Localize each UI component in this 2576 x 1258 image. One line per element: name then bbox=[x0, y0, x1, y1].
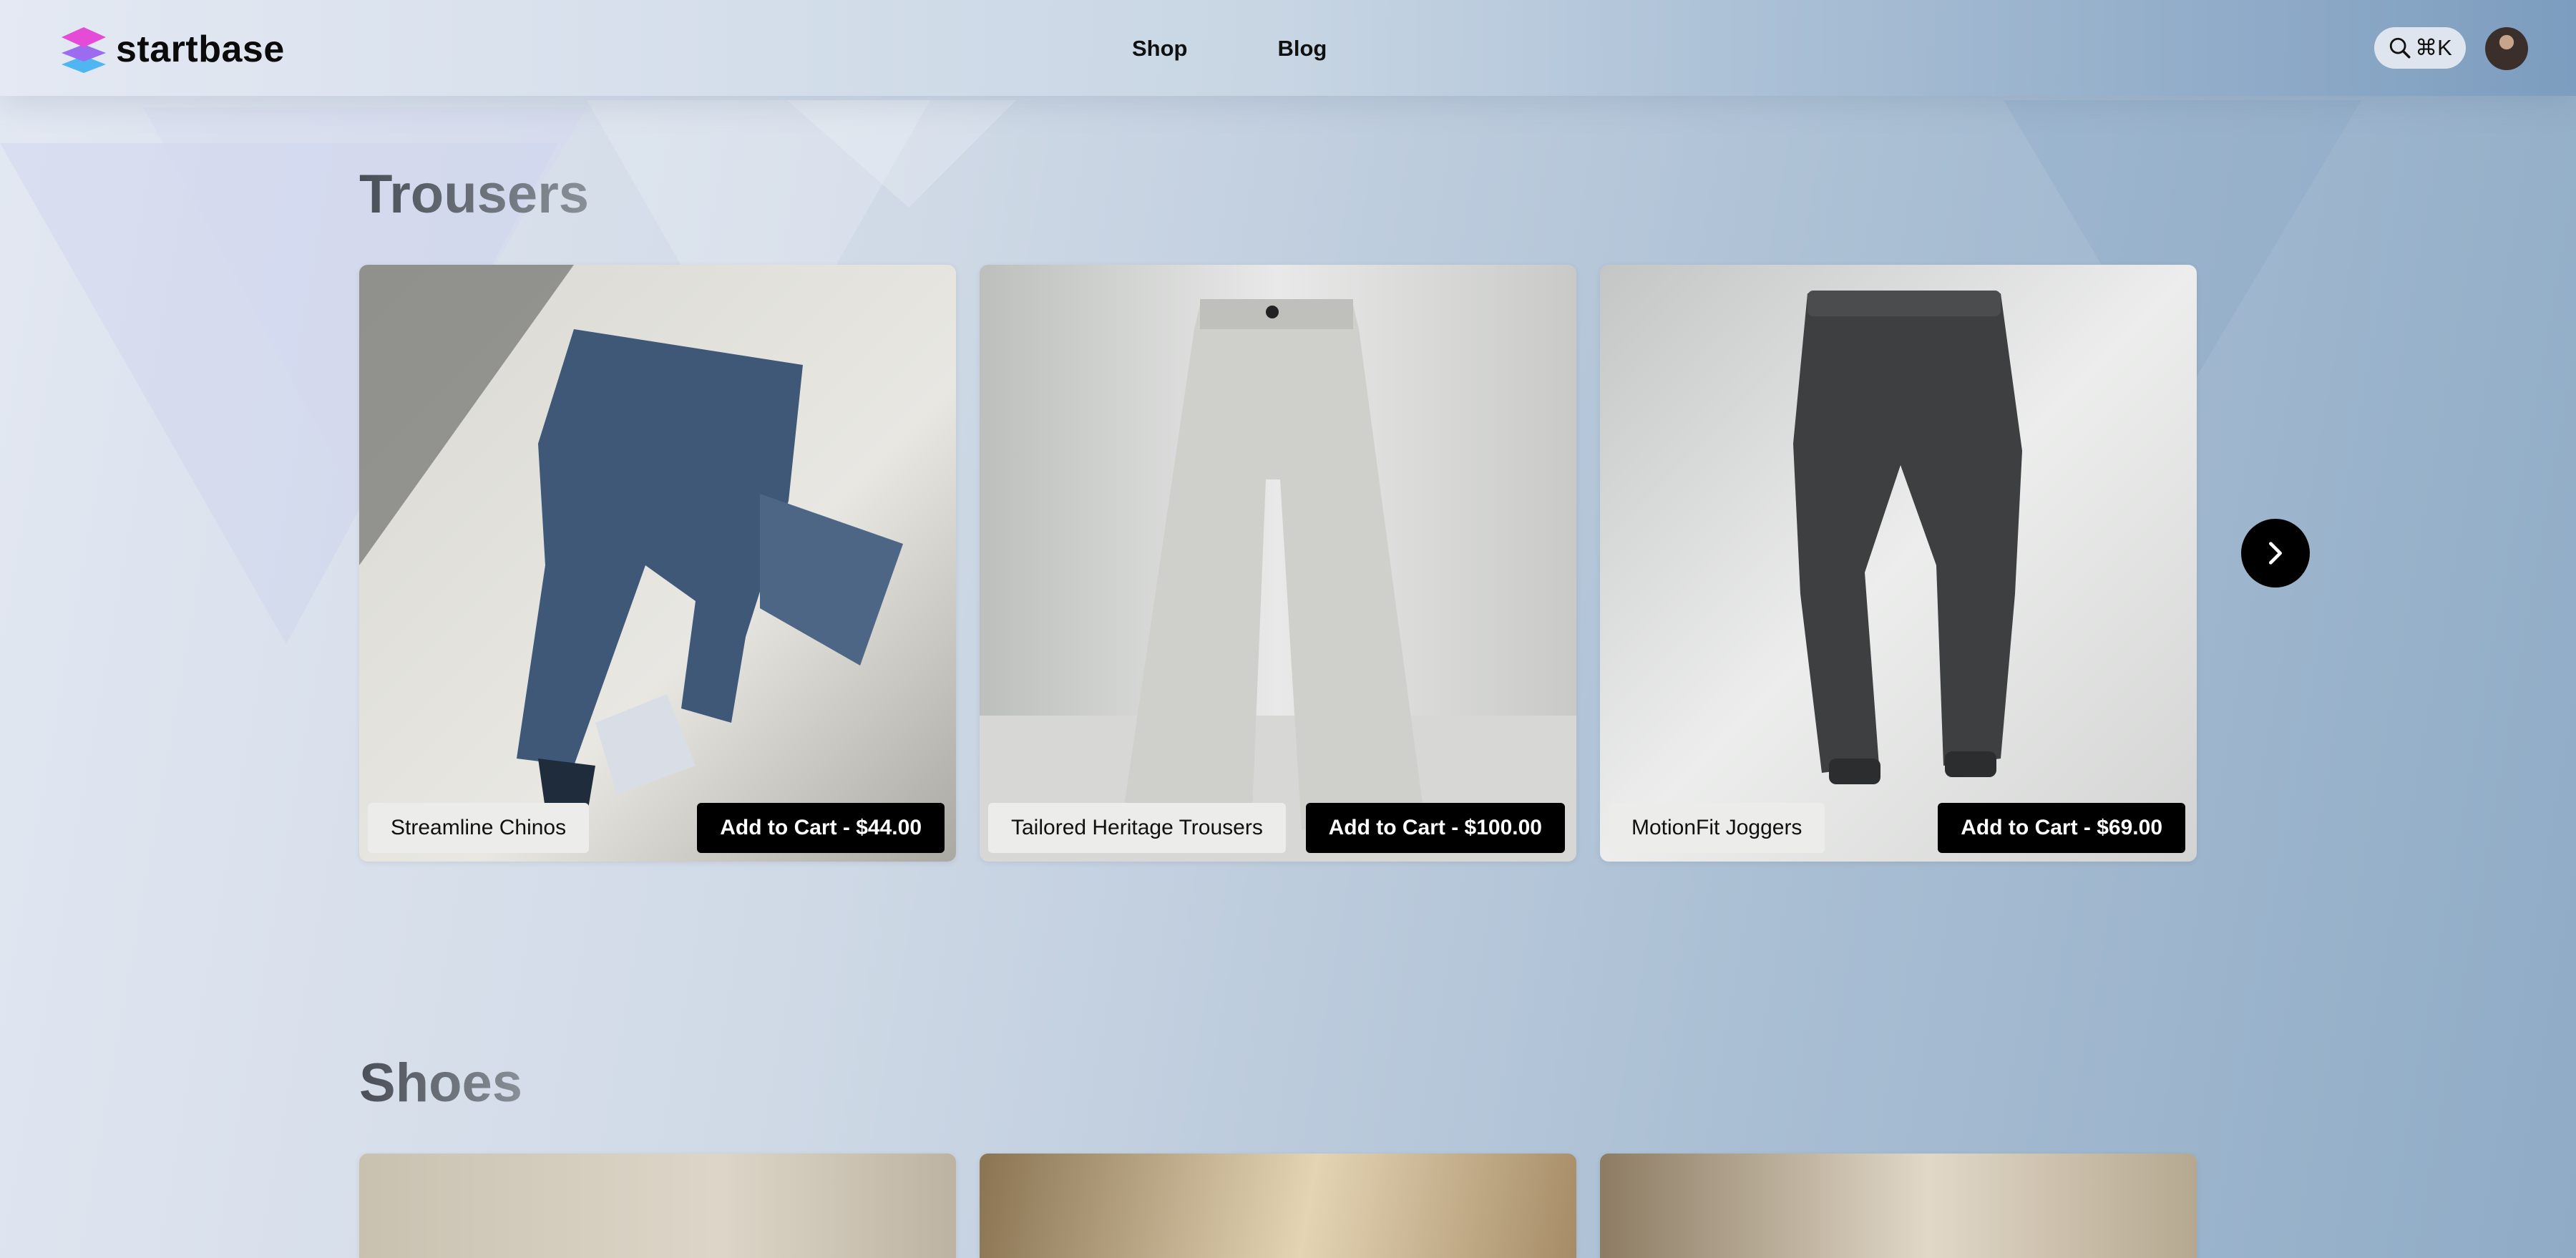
search-shortcut: ⌘K bbox=[2415, 35, 2452, 60]
add-to-cart-button[interactable]: Add to Cart - $69.00 bbox=[1938, 803, 2185, 853]
product-image bbox=[1600, 265, 2197, 862]
product-card[interactable]: Streamline Chinos Add to Cart - $44.00 bbox=[359, 265, 956, 862]
brand-logo[interactable]: startbase bbox=[60, 24, 285, 74]
section-title-shoes: Shoes bbox=[359, 1053, 523, 1113]
product-card[interactable] bbox=[1600, 1154, 2197, 1258]
section-title-trousers: Trousers bbox=[359, 164, 590, 225]
brand-name: startbase bbox=[116, 29, 285, 70]
product-name: Tailored Heritage Trousers bbox=[988, 803, 1286, 853]
add-to-cart-button[interactable]: Add to Cart - $100.00 bbox=[1305, 803, 1565, 853]
product-card[interactable] bbox=[980, 1154, 1576, 1258]
product-card[interactable]: Tailored Heritage Trousers Add to Cart -… bbox=[980, 265, 1576, 862]
carousel-next-button[interactable] bbox=[2241, 519, 2310, 587]
add-to-cart-button[interactable]: Add to Cart - $44.00 bbox=[697, 803, 945, 853]
product-card[interactable] bbox=[359, 1154, 956, 1258]
product-card[interactable]: MotionFit Joggers Add to Cart - $69.00 bbox=[1600, 265, 2197, 862]
product-name: Streamline Chinos bbox=[368, 803, 590, 853]
search-icon bbox=[2389, 37, 2411, 59]
nav-blog[interactable]: Blog bbox=[1278, 36, 1327, 62]
product-image bbox=[359, 265, 956, 862]
search-button[interactable]: ⌘K bbox=[2374, 27, 2466, 69]
layers-icon bbox=[62, 27, 106, 73]
user-avatar[interactable] bbox=[2485, 27, 2528, 70]
nav-shop[interactable]: Shop bbox=[1132, 36, 1188, 62]
main-nav: Shop Blog bbox=[1132, 36, 1327, 62]
product-name: MotionFit Joggers bbox=[1609, 803, 1825, 853]
product-image bbox=[980, 265, 1576, 862]
site-header: startbase Shop Blog ⌘K bbox=[0, 0, 2576, 96]
chevron-right-icon bbox=[2269, 542, 2282, 565]
